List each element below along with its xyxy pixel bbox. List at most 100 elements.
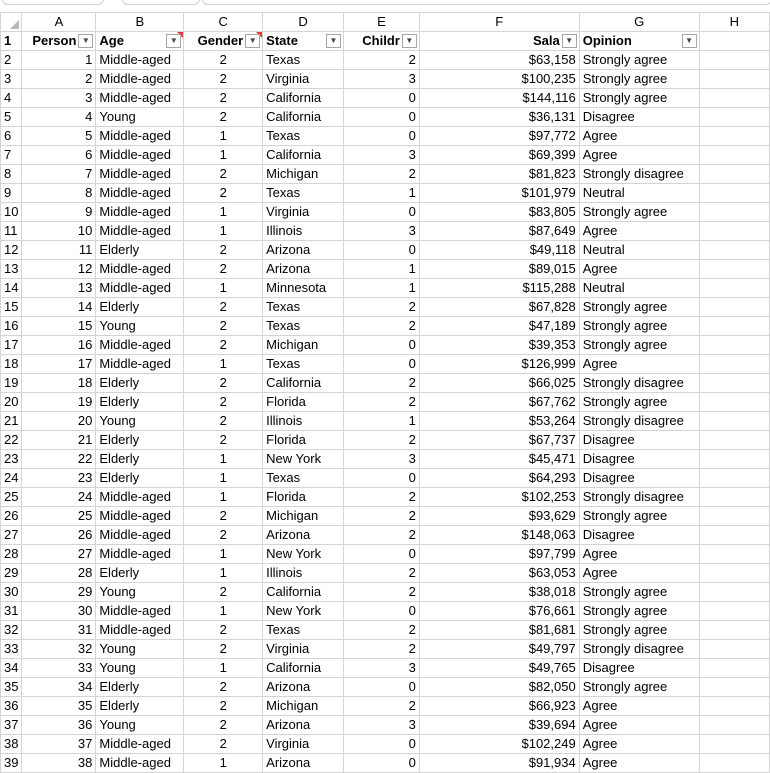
cell-children[interactable]: 2 xyxy=(343,373,420,393)
empty-cell[interactable] xyxy=(698,202,770,222)
cell-opinion[interactable]: Agree xyxy=(578,145,700,165)
cell-opinion[interactable]: Neutral xyxy=(578,183,700,203)
cell-children[interactable]: 2 xyxy=(343,487,420,507)
cell-person[interactable]: 30 xyxy=(21,601,97,621)
cell-person[interactable]: 27 xyxy=(21,544,97,564)
cell-salary[interactable]: $67,737 xyxy=(418,430,580,450)
cell-gender[interactable]: 2 xyxy=(183,164,264,184)
row-header[interactable]: 10 xyxy=(0,202,23,222)
cell-person[interactable]: 18 xyxy=(21,373,97,393)
row-header[interactable]: 29 xyxy=(0,563,23,583)
cell-gender[interactable]: 2 xyxy=(183,373,264,393)
cell-state[interactable]: Michigan xyxy=(262,696,344,716)
cell-age[interactable]: Middle-aged xyxy=(95,278,185,298)
header-cell-person[interactable]: Person ▼ xyxy=(21,31,97,51)
cell-gender[interactable]: 2 xyxy=(183,335,264,355)
cell-salary[interactable]: $91,934 xyxy=(418,753,580,773)
empty-cell[interactable] xyxy=(698,278,770,298)
cell-children[interactable]: 0 xyxy=(343,335,420,355)
cell-gender[interactable]: 1 xyxy=(183,753,264,773)
cell-salary[interactable]: $102,253 xyxy=(418,487,580,507)
cell-state[interactable]: Florida xyxy=(262,430,344,450)
empty-cell[interactable] xyxy=(698,411,770,431)
cell-opinion[interactable]: Strongly disagree xyxy=(578,487,700,507)
cell-opinion[interactable]: Agree xyxy=(578,715,700,735)
cell-gender[interactable]: 1 xyxy=(183,449,264,469)
row-header[interactable]: 25 xyxy=(0,487,23,507)
row-header[interactable]: 16 xyxy=(0,316,23,336)
cell-gender[interactable]: 2 xyxy=(183,392,264,412)
cell-age[interactable]: Elderly xyxy=(95,468,185,488)
cell-salary[interactable]: $97,799 xyxy=(418,544,580,564)
row-header[interactable]: 15 xyxy=(0,297,23,317)
cell-person[interactable]: 4 xyxy=(21,107,97,127)
cell-person[interactable]: 36 xyxy=(21,715,97,735)
cell-salary[interactable]: $102,249 xyxy=(418,734,580,754)
row-header[interactable]: 2 xyxy=(0,50,23,70)
cell-children[interactable]: 3 xyxy=(343,449,420,469)
row-header[interactable]: 34 xyxy=(0,658,23,678)
row-header[interactable]: 36 xyxy=(0,696,23,716)
cell-salary[interactable]: $97,772 xyxy=(418,126,580,146)
empty-cell[interactable] xyxy=(698,734,770,754)
empty-cell[interactable] xyxy=(698,164,770,184)
empty-cell[interactable] xyxy=(698,392,770,412)
cell-age[interactable]: Middle-aged xyxy=(95,487,185,507)
cell-opinion[interactable]: Strongly agree xyxy=(578,335,700,355)
cell-person[interactable]: 16 xyxy=(21,335,97,355)
cell-age[interactable]: Middle-aged xyxy=(95,221,185,241)
cell-age[interactable]: Middle-aged xyxy=(95,88,185,108)
cell-salary[interactable]: $36,131 xyxy=(418,107,580,127)
cell-state[interactable]: California xyxy=(262,145,344,165)
row-header[interactable]: 37 xyxy=(0,715,23,735)
cell-person[interactable]: 24 xyxy=(21,487,97,507)
cell-person[interactable]: 22 xyxy=(21,449,97,469)
cell-children[interactable]: 0 xyxy=(343,677,420,697)
cell-state[interactable]: Virginia xyxy=(262,734,344,754)
cell-opinion[interactable]: Agree xyxy=(578,696,700,716)
empty-cell[interactable] xyxy=(698,563,770,583)
cell-age[interactable]: Middle-aged xyxy=(95,126,185,146)
cell-state[interactable]: California xyxy=(262,582,344,602)
cell-age[interactable]: Middle-aged xyxy=(95,506,185,526)
cell-person[interactable]: 26 xyxy=(21,525,97,545)
cell-children[interactable]: 2 xyxy=(343,164,420,184)
cell-person[interactable]: 25 xyxy=(21,506,97,526)
cell-age[interactable]: Young xyxy=(95,411,185,431)
cell-children[interactable]: 0 xyxy=(343,544,420,564)
empty-cell[interactable] xyxy=(698,335,770,355)
cell-opinion[interactable]: Strongly agree xyxy=(578,202,700,222)
row-header[interactable]: 26 xyxy=(0,506,23,526)
cell-person[interactable]: 20 xyxy=(21,411,97,431)
empty-cell[interactable] xyxy=(698,354,770,374)
cell-state[interactable]: Florida xyxy=(262,487,344,507)
empty-cell[interactable] xyxy=(698,753,770,773)
row-header[interactable]: 1 xyxy=(0,31,23,51)
sheet-tab-3[interactable] xyxy=(202,0,770,5)
cell-salary[interactable]: $67,828 xyxy=(418,297,580,317)
cell-state[interactable]: Illinois xyxy=(262,563,344,583)
header-cell-children[interactable]: Childr ▼ xyxy=(343,31,420,51)
cell-gender[interactable]: 1 xyxy=(183,544,264,564)
cell-gender[interactable]: 2 xyxy=(183,525,264,545)
row-header[interactable]: 22 xyxy=(0,430,23,450)
empty-cell[interactable] xyxy=(698,50,770,70)
cell-state[interactable]: Texas xyxy=(262,183,344,203)
cell-age[interactable]: Middle-aged xyxy=(95,601,185,621)
cell-state[interactable]: California xyxy=(262,373,344,393)
empty-cell[interactable] xyxy=(698,658,770,678)
cell-gender[interactable]: 2 xyxy=(183,734,264,754)
cell-state[interactable]: New York xyxy=(262,449,344,469)
cell-age[interactable]: Elderly xyxy=(95,696,185,716)
row-header[interactable]: 35 xyxy=(0,677,23,697)
cell-children[interactable]: 0 xyxy=(343,354,420,374)
cell-person[interactable]: 2 xyxy=(21,69,97,89)
cell-person[interactable]: 6 xyxy=(21,145,97,165)
row-header[interactable]: 18 xyxy=(0,354,23,374)
cell-person[interactable]: 14 xyxy=(21,297,97,317)
cell-salary[interactable]: $148,063 xyxy=(418,525,580,545)
empty-cell[interactable] xyxy=(698,69,770,89)
cell-children[interactable]: 2 xyxy=(343,50,420,70)
cell-children[interactable]: 1 xyxy=(343,259,420,279)
empty-cell[interactable] xyxy=(698,525,770,545)
